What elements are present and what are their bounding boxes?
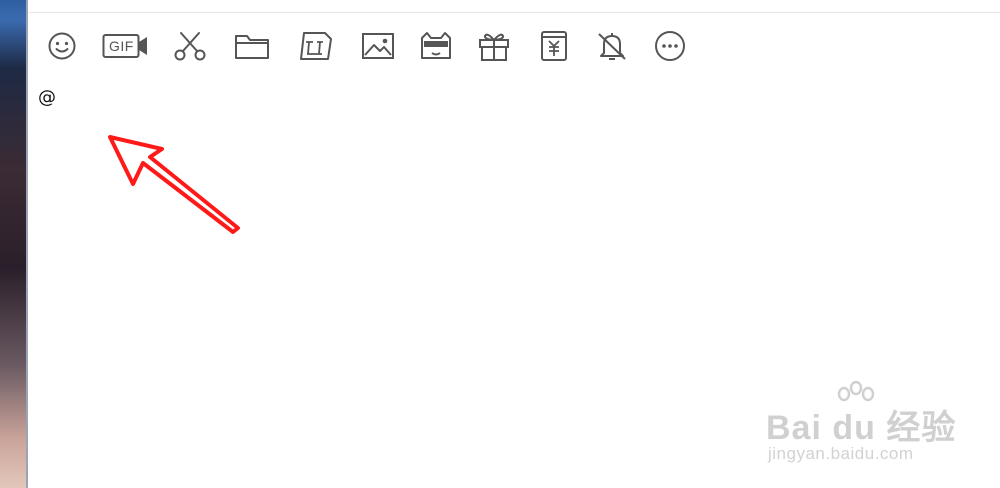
bell-off-icon [598, 33, 626, 60]
doc-image-button[interactable] [296, 27, 336, 65]
gif-label: GIF [109, 38, 134, 54]
folder-icon [235, 35, 269, 59]
mute-button[interactable] [592, 27, 632, 65]
image-button[interactable] [358, 27, 398, 65]
doc-image-icon [300, 32, 332, 60]
message-input[interactable]: @ [38, 86, 938, 126]
cat-sticker-icon [421, 32, 451, 59]
image-icon [362, 33, 394, 59]
annotation-arrow [108, 135, 240, 234]
message-input-text: @ [38, 87, 56, 108]
watermark-url: jingyan.baidu.com [768, 444, 914, 463]
watermark-logo: Bai du 经验 [766, 409, 957, 447]
emoji-button[interactable] [44, 27, 80, 65]
gift-button[interactable] [474, 27, 514, 65]
gif-button[interactable]: GIF [102, 27, 150, 65]
divider [28, 12, 1000, 13]
scissors-icon [174, 32, 206, 61]
emoji-icon [48, 32, 76, 60]
red-packet-icon [541, 31, 567, 61]
more-icon [655, 31, 685, 61]
red-packet-button[interactable] [534, 27, 574, 65]
baidu-watermark: Bai du 经验 jingyan.baidu.com [760, 380, 960, 470]
gift-icon [479, 33, 509, 61]
background-photo-strip [0, 0, 28, 488]
file-button[interactable] [232, 27, 272, 65]
screenshot-button[interactable] [170, 27, 210, 65]
more-button[interactable] [650, 27, 690, 65]
sticker-button[interactable] [416, 27, 456, 65]
